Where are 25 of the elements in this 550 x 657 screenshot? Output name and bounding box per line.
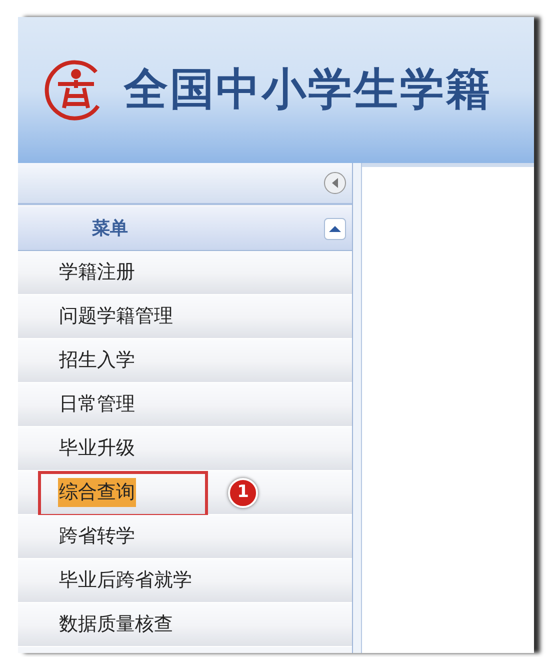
menu-item[interactable]: 毕业后跨省就学 [58, 566, 193, 595]
app-title: 全国中小学生学籍 [124, 63, 492, 117]
menu-row[interactable]: 问题学籍管理 [18, 295, 352, 339]
menu-row[interactable]: 数据质量核查 [18, 603, 352, 647]
menu-item[interactable]: 毕业升级 [58, 434, 136, 463]
menu-item[interactable]: 跨省转学 [58, 522, 136, 551]
menu-row[interactable]: 毕业升级 [18, 427, 352, 471]
menu-item[interactable]: 招生入学 [58, 346, 136, 375]
menu-row[interactable]: 招生入学 [18, 339, 352, 383]
menu-item[interactable]: 学籍注册 [58, 258, 136, 287]
menu-item[interactable]: 问题学籍管理 [58, 302, 174, 331]
collapse-button[interactable] [324, 172, 346, 194]
menu-item[interactable]: 数据质量核查 [58, 610, 174, 639]
left-arrow-icon [331, 178, 339, 188]
collapse-menu-button[interactable] [324, 218, 346, 240]
menu-row[interactable]: 学籍注册 [18, 251, 352, 295]
menu-item[interactable]: 综合查询 [58, 478, 136, 507]
up-arrow-icon [329, 224, 341, 232]
menu-row[interactable]: 综合查询 1 [18, 471, 352, 515]
menu-title: 菜单 [92, 217, 128, 241]
menu-row[interactable]: 日常管理 [18, 383, 352, 427]
menu-row[interactable]: 毕业后跨省就学 [18, 559, 352, 603]
step-badge: 1 [228, 478, 258, 508]
menu-item[interactable]: 日常管理 [58, 390, 136, 419]
menu-row[interactable]: 跨省转学 [18, 515, 352, 559]
